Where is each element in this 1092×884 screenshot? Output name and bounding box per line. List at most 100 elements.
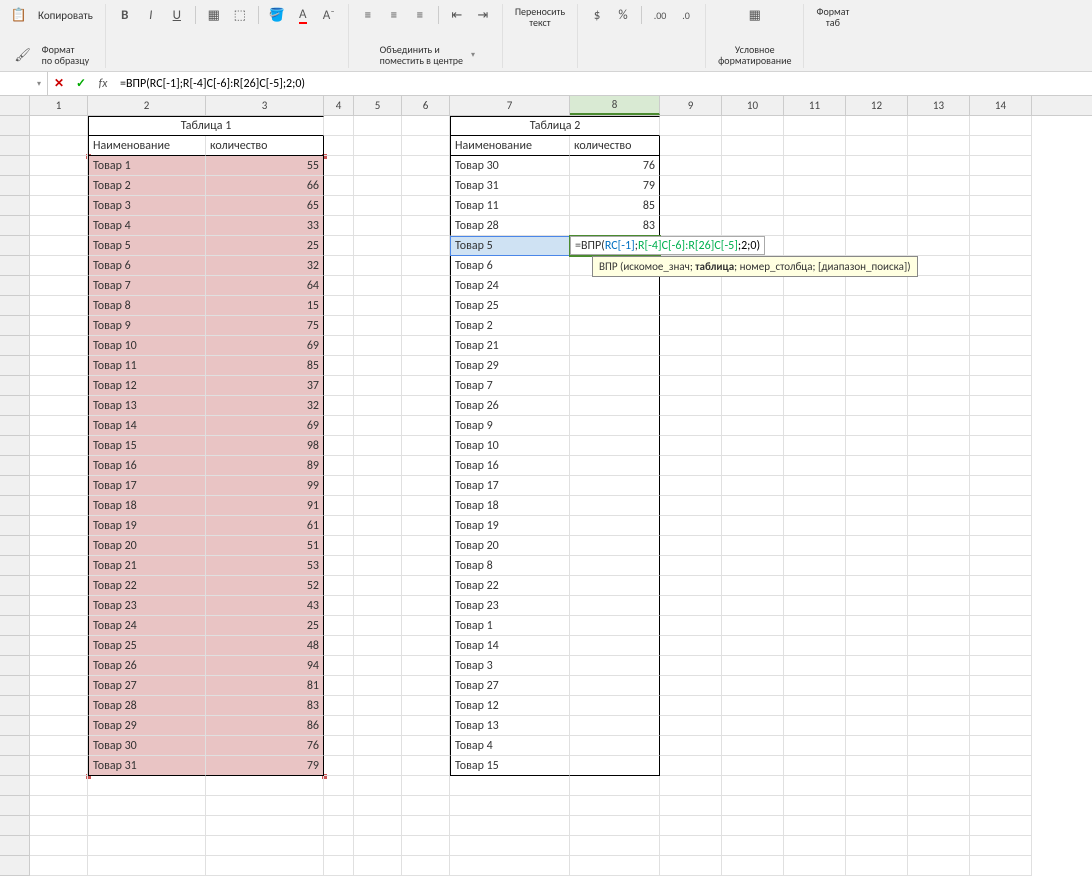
cell[interactable] bbox=[88, 856, 206, 876]
cell[interactable] bbox=[660, 596, 722, 616]
table1-qty-cell[interactable]: 91 bbox=[206, 496, 324, 516]
table1-qty-cell[interactable]: 98 bbox=[206, 436, 324, 456]
table2-qty-cell[interactable] bbox=[570, 576, 660, 596]
wrap-text-button[interactable]: Переносить текст bbox=[511, 4, 569, 30]
table2-name-cell[interactable]: Товар 24 bbox=[450, 276, 570, 296]
table1-name-cell[interactable]: Товар 14 bbox=[88, 416, 206, 436]
table1-name-cell[interactable]: Товар 26 bbox=[88, 656, 206, 676]
cell[interactable] bbox=[660, 276, 722, 296]
cell[interactable] bbox=[846, 376, 908, 396]
cell[interactable] bbox=[784, 116, 846, 136]
dec-decimal-button[interactable]: .0 bbox=[675, 4, 697, 26]
table2-name-cell[interactable]: Товар 29 bbox=[450, 356, 570, 376]
table1-name-cell[interactable]: Товар 23 bbox=[88, 596, 206, 616]
cell[interactable] bbox=[206, 796, 324, 816]
cell[interactable] bbox=[30, 196, 88, 216]
cell[interactable] bbox=[402, 696, 450, 716]
cell[interactable] bbox=[402, 376, 450, 396]
cell[interactable] bbox=[660, 716, 722, 736]
cell[interactable] bbox=[30, 756, 88, 776]
cell[interactable] bbox=[324, 776, 354, 796]
cell[interactable] bbox=[846, 756, 908, 776]
cell[interactable] bbox=[722, 276, 784, 296]
cell[interactable] bbox=[354, 696, 402, 716]
cell[interactable] bbox=[660, 456, 722, 476]
row-header[interactable] bbox=[0, 216, 30, 236]
cell[interactable] bbox=[908, 136, 970, 156]
row-header[interactable] bbox=[0, 496, 30, 516]
table1-name-cell[interactable]: Товар 12 bbox=[88, 376, 206, 396]
table1-name-cell[interactable]: Товар 2 bbox=[88, 176, 206, 196]
cell[interactable] bbox=[660, 556, 722, 576]
row-header[interactable] bbox=[0, 236, 30, 256]
cell[interactable] bbox=[324, 136, 354, 156]
cell[interactable] bbox=[784, 576, 846, 596]
cell[interactable] bbox=[970, 136, 1032, 156]
indent-dec-button[interactable]: ⇤ bbox=[446, 4, 468, 26]
cell[interactable] bbox=[30, 776, 88, 796]
row-header[interactable] bbox=[0, 336, 30, 356]
table1-name-cell[interactable]: Товар 7 bbox=[88, 276, 206, 296]
table2-name-cell[interactable]: Товар 16 bbox=[450, 456, 570, 476]
cell[interactable] bbox=[722, 316, 784, 336]
cell[interactable] bbox=[402, 476, 450, 496]
cell[interactable] bbox=[722, 856, 784, 876]
table1-name-cell[interactable]: Товар 5 bbox=[88, 236, 206, 256]
table1-qty-cell[interactable]: 94 bbox=[206, 656, 324, 676]
clear-format-button[interactable]: A⁻ bbox=[318, 4, 340, 26]
cell[interactable] bbox=[354, 256, 402, 276]
cell[interactable] bbox=[784, 416, 846, 436]
cell[interactable] bbox=[846, 296, 908, 316]
cell[interactable] bbox=[402, 256, 450, 276]
cell[interactable] bbox=[784, 676, 846, 696]
cell[interactable] bbox=[970, 536, 1032, 556]
italic-button[interactable]: I bbox=[140, 4, 162, 26]
cell[interactable] bbox=[660, 576, 722, 596]
cell[interactable] bbox=[30, 376, 88, 396]
table2-qty-cell[interactable] bbox=[570, 556, 660, 576]
cell[interactable] bbox=[30, 676, 88, 696]
cell[interactable] bbox=[660, 136, 722, 156]
cell[interactable] bbox=[970, 296, 1032, 316]
cell[interactable] bbox=[402, 856, 450, 876]
table2-name-cell[interactable]: Товар 28 bbox=[450, 216, 570, 236]
cell[interactable] bbox=[908, 436, 970, 456]
cell[interactable] bbox=[908, 176, 970, 196]
cell[interactable] bbox=[722, 656, 784, 676]
cell[interactable] bbox=[30, 736, 88, 756]
table1-qty-cell[interactable]: 32 bbox=[206, 396, 324, 416]
cell[interactable] bbox=[402, 576, 450, 596]
row-header[interactable] bbox=[0, 676, 30, 696]
cell[interactable] bbox=[324, 116, 354, 136]
cell[interactable] bbox=[722, 116, 784, 136]
cell[interactable] bbox=[970, 656, 1032, 676]
cell[interactable] bbox=[660, 636, 722, 656]
table2-qty-cell[interactable] bbox=[570, 596, 660, 616]
cell[interactable] bbox=[722, 376, 784, 396]
cell[interactable] bbox=[324, 796, 354, 816]
cell[interactable] bbox=[970, 716, 1032, 736]
cell[interactable] bbox=[784, 176, 846, 196]
cell[interactable] bbox=[402, 496, 450, 516]
table2-qty-cell[interactable]: 76 bbox=[570, 156, 660, 176]
cell[interactable] bbox=[846, 276, 908, 296]
row-header[interactable] bbox=[0, 856, 30, 876]
row-header[interactable] bbox=[0, 696, 30, 716]
cell[interactable] bbox=[908, 616, 970, 636]
cell[interactable] bbox=[324, 516, 354, 536]
cell[interactable] bbox=[908, 556, 970, 576]
row-header[interactable] bbox=[0, 476, 30, 496]
table2-qty-cell[interactable] bbox=[570, 436, 660, 456]
cell[interactable] bbox=[970, 336, 1032, 356]
cell[interactable] bbox=[722, 556, 784, 576]
cancel-button[interactable]: ✕ bbox=[48, 76, 70, 91]
cell[interactable] bbox=[784, 616, 846, 636]
cell[interactable] bbox=[970, 436, 1032, 456]
cell[interactable] bbox=[354, 116, 402, 136]
table2-qty-cell[interactable] bbox=[570, 496, 660, 516]
table2-name-cell[interactable]: Товар 25 bbox=[450, 296, 570, 316]
table2-qty-cell[interactable] bbox=[570, 376, 660, 396]
table2-name-cell[interactable]: Товар 1 bbox=[450, 616, 570, 636]
name-box[interactable]: ▾ bbox=[0, 72, 48, 95]
cell[interactable] bbox=[846, 636, 908, 656]
